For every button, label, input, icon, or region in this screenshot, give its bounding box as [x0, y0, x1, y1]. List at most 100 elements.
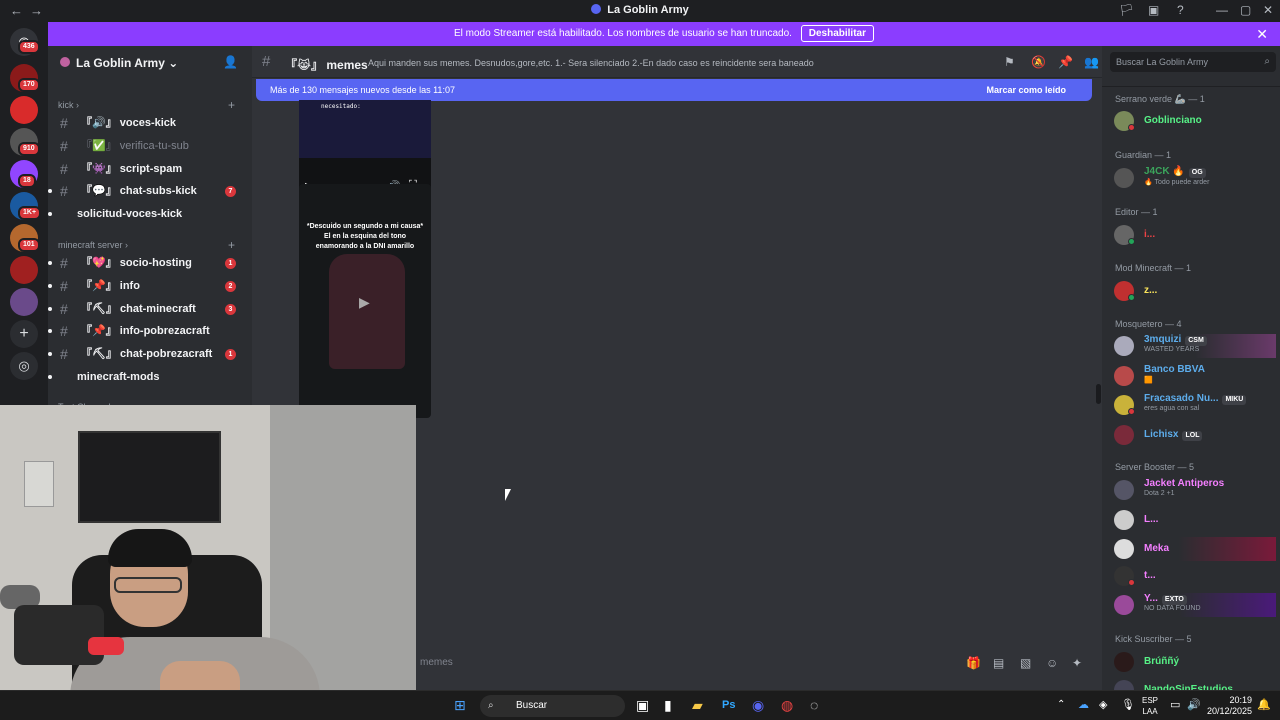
- channel-solicitud-voces-kick[interactable]: solicitud-voces-kick: [48, 204, 246, 224]
- member-item[interactable]: z...: [1114, 279, 1274, 303]
- task-view-icon[interactable]: ▣: [636, 697, 649, 714]
- member-item[interactable]: Meka: [1114, 537, 1276, 561]
- volume-icon[interactable]: 🔊: [1187, 698, 1201, 711]
- channel-chat-pobrezacraft[interactable]: # 『⛏』 chat-pobrezacraft 1: [48, 344, 246, 364]
- server-icon[interactable]: [10, 96, 38, 124]
- unread-dot: [48, 329, 52, 333]
- chrome-icon[interactable]: ◍: [781, 697, 793, 714]
- gif-icon[interactable]: ▤: [993, 656, 1004, 670]
- channel-chat-subs-kick[interactable]: # 『💬』 chat-subs-kick 7: [48, 181, 246, 201]
- play-icon[interactable]: ▶: [359, 294, 370, 311]
- member-group-header: Guardian — 1: [1115, 150, 1172, 160]
- channel-script-spam[interactable]: # 『👾』 script-spam: [56, 159, 246, 179]
- unread-dot: [48, 284, 52, 288]
- member-item[interactable]: L...: [1114, 508, 1274, 532]
- message-input[interactable]: memes 🎁 ▤ ▧ ☺ ✦: [412, 654, 1082, 674]
- member-item[interactable]: Brúññý: [1114, 650, 1274, 674]
- file-explorer-icon[interactable]: ▰: [692, 697, 703, 714]
- member-item[interactable]: Goblinciano: [1114, 109, 1274, 133]
- server-icon: [60, 57, 70, 67]
- taskbar-search[interactable]: ⌕ Buscar: [480, 695, 625, 717]
- channel-voces-kick[interactable]: # 『🔊』 voces-kick: [56, 113, 246, 133]
- member-item[interactable]: Banco BBVA 🟧: [1114, 364, 1274, 388]
- help-icon[interactable]: ?: [1177, 3, 1184, 17]
- member-item[interactable]: Fracasado Nu... MIKU eres agua con sal: [1114, 393, 1274, 417]
- sticker-icon[interactable]: ▧: [1020, 656, 1031, 670]
- app-icon[interactable]: ▮: [664, 697, 672, 714]
- language-indicator[interactable]: ESP LAA: [1142, 695, 1158, 717]
- add-channel-icon[interactable]: +: [228, 238, 235, 252]
- member-item[interactable]: i...: [1114, 223, 1274, 247]
- channel-minecraft-mods[interactable]: minecraft-mods: [48, 367, 246, 387]
- category-minecraft-server[interactable]: minecraft server › +: [58, 238, 235, 252]
- video-thumbnail: [329, 254, 405, 369]
- member-group-header: Mosquetero — 4: [1115, 319, 1182, 329]
- channel-info[interactable]: # 『📌』 info 2: [48, 276, 246, 296]
- gift-icon[interactable]: 🎁: [966, 656, 981, 670]
- server-name-header[interactable]: La Goblin Army ⌄ 👤: [48, 46, 252, 78]
- clock[interactable]: 20:19 20/12/2025: [1204, 695, 1252, 717]
- category-kick[interactable]: kick › +: [58, 98, 235, 112]
- window-title: La Goblin Army: [0, 4, 1280, 16]
- mouse-cursor: [505, 489, 511, 501]
- member-groups: Serrano verde 🦾 — 1 Goblinciano Guardian…: [1102, 86, 1280, 700]
- app-icon[interactable]: ◌: [810, 697, 818, 713]
- member-item[interactable]: 3mquizi CSM WASTED YEARS: [1114, 334, 1276, 358]
- emoji-icon[interactable]: ☺: [1046, 656, 1058, 670]
- server-icon[interactable]: [10, 256, 38, 284]
- scrollbar[interactable]: [1096, 384, 1101, 404]
- onedrive-icon[interactable]: ☁: [1078, 698, 1089, 711]
- notification-icon[interactable]: 🔔: [1257, 698, 1271, 711]
- hash-icon: #: [60, 278, 68, 294]
- channel-socio-hosting[interactable]: # 『💖』 socio-hosting 1: [48, 253, 246, 273]
- member-list: Buscar La Goblin Army ⌕ Serrano verde 🦾 —…: [1102, 46, 1280, 700]
- hash-icon: #: [60, 301, 68, 317]
- channel-verifica-tu-sub[interactable]: # 『✅』 verifica-tu-sub: [56, 136, 246, 156]
- video-attachment[interactable]: *Descuido un segundo a mi causa* El en l…: [299, 184, 431, 418]
- channel-topic[interactable]: Aqui manden sus memes. Desnudos,gore,etc…: [368, 58, 814, 68]
- add-channel-icon[interactable]: +: [228, 98, 235, 112]
- discord-taskbar-icon[interactable]: ◉: [752, 697, 764, 714]
- search-input[interactable]: Buscar La Goblin Army ⌕: [1110, 52, 1276, 72]
- new-messages-bar[interactable]: Más de 130 mensajes nuevos desde las 11:…: [256, 79, 1092, 101]
- notifications-muted-icon[interactable]: 🔕: [1031, 55, 1046, 69]
- member-item[interactable]: Jacket Antiperos Dota 2 +1: [1114, 478, 1274, 502]
- channel-title: 『😹』 memes: [285, 58, 368, 72]
- member-item[interactable]: Y... EXTO NO DATA FOUND: [1114, 593, 1276, 617]
- member-item[interactable]: Lichisx LOL: [1114, 423, 1274, 447]
- mention-badge: 1: [225, 258, 236, 269]
- server-icon[interactable]: [10, 288, 38, 316]
- threads-icon[interactable]: ⚑: [1004, 55, 1015, 69]
- maximize-button[interactable]: ▢: [1240, 3, 1251, 17]
- member-item[interactable]: J4CK 🔥 OG 🔥 Todo puede arder: [1114, 166, 1274, 190]
- invite-icon[interactable]: 👤: [223, 55, 238, 69]
- close-icon[interactable]: ✕: [1256, 22, 1268, 46]
- network-icon[interactable]: ▭: [1170, 698, 1180, 711]
- add-server-icon[interactable]: +: [10, 320, 38, 348]
- channel-info-pobrezacraft[interactable]: # 『📌』 info-pobrezacraft: [48, 321, 246, 341]
- member-item[interactable]: t...: [1114, 564, 1274, 588]
- apps-icon[interactable]: ✦: [1072, 656, 1082, 670]
- channel-chat-minecraft[interactable]: # 『⛏』 chat-minecraft 3: [48, 299, 246, 319]
- tray-icon[interactable]: ◈: [1099, 698, 1107, 711]
- webcam-overlay: [0, 405, 416, 720]
- disable-streamer-button[interactable]: Deshabilitar: [800, 25, 874, 42]
- avatar: [1114, 539, 1134, 559]
- member-group-header: Server Booster — 5: [1115, 462, 1195, 472]
- minimize-button[interactable]: —: [1216, 3, 1228, 17]
- screen-icon[interactable]: ▣: [1148, 3, 1159, 17]
- photoshop-icon[interactable]: Ps: [722, 699, 735, 711]
- discover-icon[interactable]: ◎: [10, 352, 38, 380]
- hash-icon: #: [60, 255, 68, 271]
- windows-start-icon[interactable]: ⊞: [454, 697, 466, 714]
- avatar: [1114, 336, 1134, 356]
- mark-as-read-button[interactable]: Marcar como leído: [986, 79, 1066, 101]
- member-list-icon[interactable]: 👥: [1084, 55, 1099, 69]
- mention-badge: 7: [225, 186, 236, 197]
- microphone-icon[interactable]: 🎙: [1121, 698, 1135, 711]
- webcam-microphone: [14, 605, 104, 665]
- inbox-icon[interactable]: 🏳: [1119, 3, 1134, 17]
- pin-icon[interactable]: 📌: [1058, 55, 1073, 69]
- close-button[interactable]: ✕: [1263, 3, 1273, 17]
- tray-overflow-icon[interactable]: ⌃: [1057, 699, 1065, 710]
